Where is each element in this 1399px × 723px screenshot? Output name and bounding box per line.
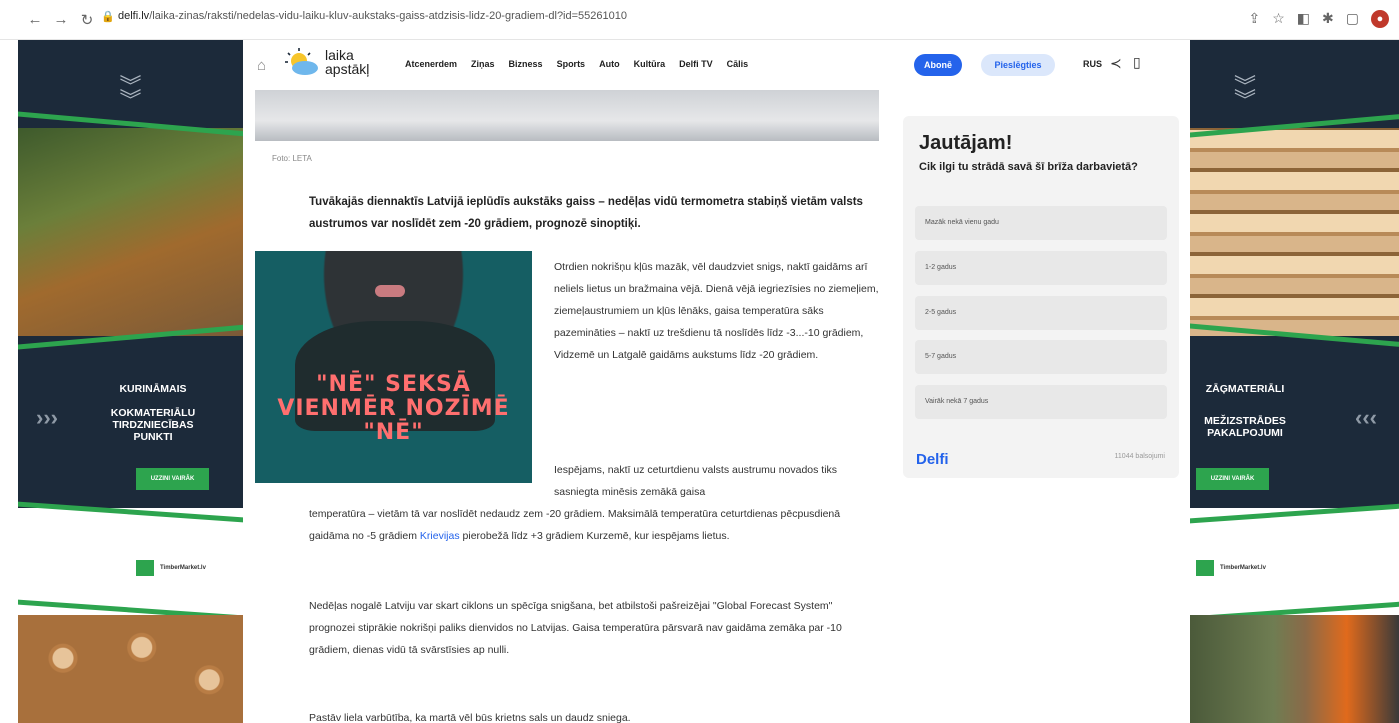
ad-line-3: TIRDZNIECĪBAS: [112, 419, 194, 431]
url-path: /laika-zinas/raksti/nedelas-vidu-laiku-k…: [149, 10, 627, 22]
poll-widget: Jautājam! Cik ilgi tu strādā savā šī brī…: [903, 116, 1179, 478]
ad-brand: TimberMarket.lv: [1196, 560, 1266, 576]
brand-line-2: apstākļ: [325, 61, 370, 77]
weather-logo-icon[interactable]: [285, 48, 321, 78]
ad-brand-label: TimberMarket.lv: [160, 565, 206, 571]
browser-actions: ⇪ ☆ ◧ ✱ ▢ ●: [1249, 10, 1389, 28]
address-bar[interactable]: delfi.lv/laika-zinas/raksti/nedelas-vidu…: [118, 10, 627, 22]
menu-item[interactable]: Kultūra: [634, 59, 666, 69]
inline-ad-text: "NĒ" SEKSĀ VIENMĒR NOZĪMĒ "NĒ": [277, 372, 510, 445]
article-paragraph: Pastāv liela varbūtība, ka martā vēl būs…: [309, 712, 631, 723]
forward-icon[interactable]: →: [48, 11, 74, 28]
poll-option[interactable]: 1-2 gadus: [915, 251, 1167, 285]
login-button[interactable]: Pieslēgties: [981, 54, 1055, 76]
extensions-icon[interactable]: ◧: [1297, 10, 1310, 28]
timber-logo-icon: [136, 560, 154, 576]
arrow-left-icon: ‹‹‹: [1355, 405, 1377, 430]
ad-line-2: MEŽIZSTRĀDES: [1204, 415, 1286, 427]
article-paragraph: Iespējams, naktī uz ceturtdienu valsts a…: [554, 464, 838, 498]
poll-option[interactable]: Vairāk nekā 7 gadus: [915, 385, 1167, 419]
poll-option[interactable]: Mazāk nekā vienu gadu: [915, 206, 1167, 240]
url-domain: delfi.lv: [118, 10, 150, 22]
ad-brand: TimberMarket.lv: [136, 560, 206, 576]
poll-title: Jautājam!: [919, 132, 1013, 154]
menu-item[interactable]: Delfi TV: [679, 59, 713, 69]
paragraph-text: pierobežā līdz +3 grādiem Kurzemē, kur i…: [462, 530, 730, 542]
chevrons-down-icon: ︾ ︾: [119, 74, 142, 113]
menu-item[interactable]: Cālis: [727, 59, 749, 69]
main-page: ⌂ laika apstākļ Atcenerdem Ziņas Bizness …: [243, 40, 1190, 723]
ad-line-2: KOKMATERIĀLU: [110, 407, 196, 419]
poll-question: Cik ilgi tu strādā savā šī brīža darbavi…: [919, 161, 1138, 173]
reload-icon[interactable]: ↻: [74, 11, 100, 29]
star-icon[interactable]: ☆: [1272, 10, 1285, 28]
back-icon[interactable]: ←: [22, 11, 48, 28]
ad-cta-button[interactable]: UZZINI VAIRĀK: [1196, 468, 1269, 490]
menu-item[interactable]: Ziņas: [471, 59, 495, 69]
profile-icon[interactable]: ●: [1371, 10, 1389, 28]
menu-item[interactable]: Sports: [557, 59, 586, 69]
ad-photo-lumber: [1190, 128, 1399, 336]
ad-photo-firewood: [18, 615, 243, 723]
ad-cta-button[interactable]: UZZINI VAIRĀK: [136, 468, 209, 490]
poll-option[interactable]: 5-7 gadus: [915, 340, 1167, 374]
poll-brand[interactable]: Delfi: [916, 451, 949, 468]
left-ad[interactable]: ︾ ︾ KURINĀMAIS KOKMATERIĀLU TIRDZNIECĪBAS…: [18, 40, 243, 723]
ad-figure: [375, 285, 405, 297]
inline-ad-banner[interactable]: "NĒ" SEKSĀ VIENMĒR NOZĪMĒ "NĒ": [255, 251, 532, 483]
ad-line-1: KURINĀMAIS: [119, 383, 187, 395]
right-ad[interactable]: ︾ ︾ ZĀĢMATERIĀLI MEŽIZSTRĀDES PAKALPOJUMI…: [1190, 40, 1399, 723]
poll-votes: 11044 balsojumi: [1114, 453, 1165, 460]
article-paragraph: temperatūra – vietām tā var noslīdēt ned…: [309, 503, 879, 547]
timber-logo-icon: [1196, 560, 1214, 576]
lock-icon: 🔒: [101, 11, 115, 23]
chevrons-down-icon: ︾ ︾: [1233, 74, 1256, 113]
puzzle-icon[interactable]: ✱: [1322, 10, 1334, 28]
menu-item[interactable]: Atcenerdem: [405, 59, 457, 69]
article-paragraph: Otrdien nokrišņu kļūs mazāk, vēl daudzvi…: [554, 261, 879, 361]
site-brand[interactable]: laika apstākļ: [325, 48, 369, 76]
ad-line-3: PAKALPOJUMI: [1207, 427, 1283, 439]
bookmark-icon[interactable]: ▯: [1133, 54, 1141, 71]
article-link[interactable]: Krievijas: [420, 530, 460, 542]
share-icon[interactable]: ⇪: [1249, 10, 1261, 28]
site-header: ⌂ laika apstākļ Atcenerdem Ziņas Bizness …: [243, 40, 1190, 90]
article-lead: Tuvākajās diennaktīs Latvijā ieplūdīs au…: [309, 196, 863, 230]
ad-brand-label: TimberMarket.lv: [1220, 565, 1266, 571]
menu-item[interactable]: Auto: [599, 59, 620, 69]
ad-line-1: ZĀĢMATERIĀLI: [1205, 383, 1285, 395]
ad-line-4: PUNKTI: [133, 431, 173, 443]
language-link[interactable]: RUS: [1083, 59, 1102, 69]
article-paragraph: Nedēļas nogalē Latviju var skart ciklons…: [309, 600, 842, 656]
home-icon[interactable]: ⌂: [257, 57, 266, 74]
arrow-right-icon: ›››: [36, 405, 58, 430]
main-menu: Atcenerdem Ziņas Bizness Sports Auto Kul…: [405, 59, 762, 69]
window-icon[interactable]: ▢: [1346, 10, 1359, 28]
article-hero-image: [255, 90, 879, 141]
photo-caption: Foto: LETA: [272, 154, 312, 163]
ad-photo-forestry: [18, 128, 243, 336]
menu-item[interactable]: Bizness: [509, 59, 543, 69]
poll-option[interactable]: 2-5 gadus: [915, 296, 1167, 330]
browser-toolbar: ← → ↻ 🔒 delfi.lv/laika-zinas/raksti/nede…: [0, 0, 1399, 40]
share-icon[interactable]: ≺: [1110, 55, 1122, 72]
brand-line-1: laika: [325, 47, 354, 63]
ad-photo-forester: [1190, 615, 1399, 723]
subscribe-button[interactable]: Abonē: [914, 54, 962, 76]
